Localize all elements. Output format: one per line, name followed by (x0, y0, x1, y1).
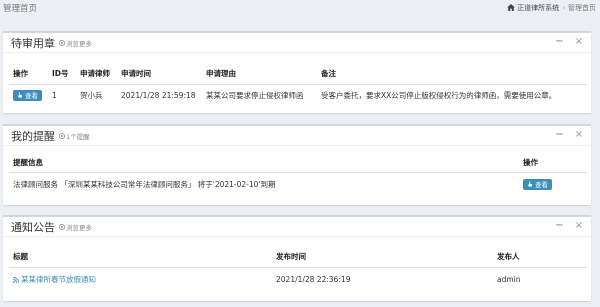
reminder-count: 1个提醒 (59, 131, 90, 141)
column-header: 操作 (519, 154, 587, 173)
browse-more-link[interactable]: 浏览更多 (59, 222, 92, 232)
seal-approval-panel: 待审用章 浏览更多 − × 操作 ID号 申请律师 申请时间 申请理由 备注 查… (3, 31, 591, 113)
reminder-panel: 我的提醒 1个提醒 − × 提醒信息 操作 法律顾问服务 「深圳某某科技公司常年… (3, 124, 591, 205)
column-header: 操作 (9, 63, 48, 85)
breadcrumb-current: 管理首页 (568, 3, 596, 12)
view-button-label: 查看 (25, 92, 38, 101)
table-header-row: 操作 ID号 申请律师 申请时间 申请理由 备注 (9, 63, 587, 85)
reminder-table: 提醒信息 操作 法律顾问服务 「深圳某某科技公司常年法律顾问服务」 将于'202… (9, 154, 587, 196)
cell-lawyer: 贺小兵 (80, 90, 103, 100)
panel-title: 我的提醒 (11, 129, 55, 143)
close-icon[interactable]: × (575, 221, 583, 231)
cell-message: 法律顾问服务 「深圳某某科技公司常年法律顾问服务」 将于'2021-02-10'… (13, 179, 276, 189)
table-header-row: 标题 发布时间 发布人 (9, 247, 587, 268)
panel-tools: − × (555, 37, 583, 47)
notice-title: 某某律所春节放假通知 (21, 274, 96, 284)
column-header: 发布时间 (272, 247, 493, 268)
cell-publisher: admin (497, 274, 521, 284)
eye-icon (59, 39, 65, 46)
content-header: 管理首页 正道律所系统 › 管理首页 (0, 0, 600, 15)
eye-icon (59, 223, 65, 230)
close-icon[interactable]: × (575, 130, 583, 140)
column-header: 申请律师 (76, 63, 117, 85)
column-header: 提醒信息 (9, 154, 519, 173)
cell-note: 受客户委托，要求XX公司停止版权侵权行为的律师函，需要使用公章。 (321, 90, 557, 100)
browse-more-label: 浏览更多 (66, 223, 92, 232)
view-button[interactable]: 查看 (13, 89, 42, 101)
panel-title: 待审用章 (11, 36, 55, 50)
hand-pointer-icon (527, 181, 532, 187)
notice-panel: 通知公告 浏览更多 − × 标题 发布时间 发布人 某某律所春节放假通知 202… (3, 215, 591, 301)
table-header-row: 提醒信息 操作 (9, 154, 587, 173)
minimize-icon[interactable]: − (555, 130, 563, 140)
table-row: 法律顾问服务 「深圳某某科技公司常年法律顾问服务」 将于'2021-02-10'… (9, 172, 587, 196)
breadcrumb-home-link[interactable]: 正道律所系统 (517, 3, 559, 13)
panel-tools: − × (555, 130, 583, 140)
eye-icon (59, 132, 65, 139)
column-header: ID号 (48, 63, 76, 85)
reminder-count-label: 1个提醒 (66, 132, 90, 141)
notice-table: 标题 发布时间 发布人 某某律所春节放假通知 2021/1/28 22:36:1… (9, 247, 587, 291)
page-title: 管理首页 (3, 3, 38, 14)
table-row: 某某律所春节放假通知 2021/1/28 22:36:19 admin (9, 267, 587, 291)
panel-header: 我的提醒 1个提醒 − × (3, 126, 591, 146)
view-button-label: 查看 (535, 181, 548, 190)
cell-reason: 某某公司要求停止侵权律师函 (206, 90, 304, 100)
seal-table: 操作 ID号 申请律师 申请时间 申请理由 备注 查看 1 贺小兵 2021/1… (9, 63, 587, 106)
column-header: 标题 (9, 247, 272, 268)
column-header: 申请时间 (117, 63, 202, 85)
home-icon (507, 4, 516, 11)
cell-time: 2021/1/28 22:36:19 (276, 274, 351, 284)
minimize-icon[interactable]: − (555, 221, 563, 231)
breadcrumb: 正道律所系统 › 管理首页 (507, 3, 596, 13)
column-header: 发布人 (493, 247, 587, 268)
cell-time: 2021/1/28 21:59:18 (121, 90, 196, 100)
notice-title-link[interactable]: 某某律所春节放假通知 (13, 275, 96, 284)
view-button[interactable]: 查看 (523, 178, 552, 190)
cell-id: 1 (52, 90, 57, 100)
minimize-icon[interactable]: − (555, 37, 563, 47)
panel-header: 待审用章 浏览更多 − × (3, 33, 591, 53)
browse-more-link[interactable]: 浏览更多 (59, 38, 92, 48)
column-header: 申请理由 (202, 63, 317, 85)
rss-icon (13, 276, 19, 283)
panel-title: 通知公告 (11, 220, 55, 234)
breadcrumb-separator: › (562, 3, 565, 12)
hand-pointer-icon (17, 92, 22, 98)
panel-tools: − × (555, 221, 583, 231)
close-icon[interactable]: × (575, 37, 583, 47)
column-header: 备注 (317, 63, 587, 85)
browse-more-label: 浏览更多 (66, 39, 92, 48)
panel-header: 通知公告 浏览更多 − × (3, 217, 591, 237)
table-row: 查看 1 贺小兵 2021/1/28 21:59:18 某某公司要求停止侵权律师… (9, 84, 587, 106)
